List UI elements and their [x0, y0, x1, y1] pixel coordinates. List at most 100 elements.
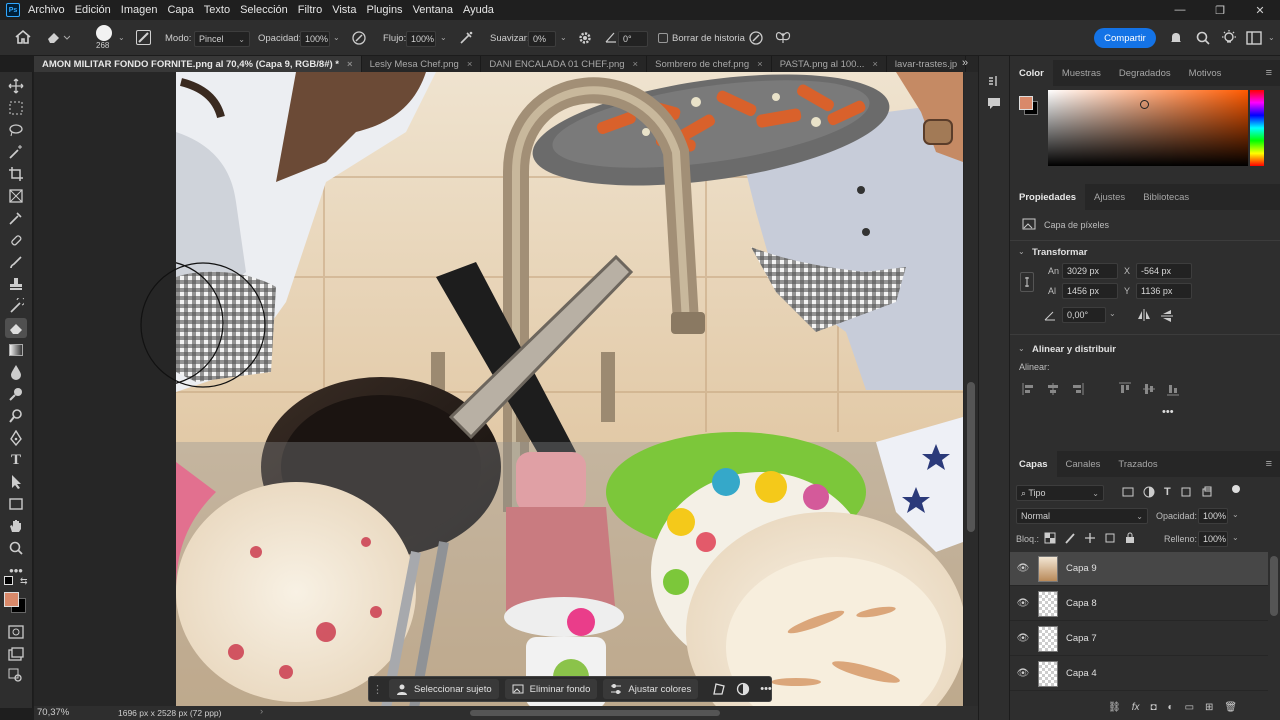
tab-color[interactable]: Color	[1010, 60, 1053, 86]
panel-menu-icon[interactable]: ≡	[1266, 67, 1272, 79]
more-options-icon[interactable]: •••	[760, 683, 772, 695]
tab-paths[interactable]: Trazados	[1109, 451, 1166, 477]
filter-adjustment-icon[interactable]	[1143, 486, 1155, 498]
chevron-down-icon[interactable]: ⌄	[1018, 247, 1025, 256]
layers-scroll-thumb[interactable]	[1270, 556, 1278, 616]
link-layers-icon[interactable]: ⛓	[1108, 702, 1121, 713]
align-center-icon[interactable]	[1046, 382, 1060, 396]
gear-icon[interactable]	[577, 30, 593, 46]
tab-libraries[interactable]: Bibliotecas	[1134, 184, 1198, 210]
clone-stamp-icon[interactable]	[5, 274, 27, 294]
eraser-tool-icon[interactable]	[5, 318, 27, 338]
butterfly-symmetry-icon[interactable]	[774, 30, 792, 46]
document-info[interactable]: 1696 px x 2528 px (72 ppp)	[118, 708, 222, 718]
lock-pixels-icon[interactable]	[1064, 532, 1076, 544]
tab-document-3[interactable]: DANI ENCALADA 01 CHEF.png ×	[481, 56, 648, 72]
adjust-colors-button[interactable]: Ajustar colores	[603, 679, 699, 699]
pen-tool-icon[interactable]	[5, 428, 27, 448]
new-adjustment-icon[interactable]: ◐	[1168, 702, 1174, 713]
dodge-tool-icon[interactable]	[5, 384, 27, 404]
tab-layers[interactable]: Capas	[1010, 451, 1057, 477]
close-tab-icon[interactable]: ×	[467, 59, 473, 70]
tab-channels[interactable]: Canales	[1057, 451, 1110, 477]
layer-name[interactable]: Capa 7	[1066, 633, 1097, 644]
foreground-color-swatch[interactable]	[4, 592, 19, 607]
menu-capa[interactable]: Capa	[167, 4, 193, 16]
link-dimensions-icon[interactable]	[1020, 272, 1034, 292]
pressure-opacity-icon[interactable]	[351, 30, 367, 46]
layer-opacity-chevron-icon[interactable]: ⌄	[1232, 510, 1239, 519]
select-subject-button[interactable]: Seleccionar sujeto	[389, 679, 499, 699]
visibility-eye-icon[interactable]: 👁	[1010, 668, 1036, 679]
layer-row-capa-4[interactable]: 👁 Capa 4	[1010, 657, 1268, 691]
tab-document-5[interactable]: PASTA.png al 100... ×	[772, 56, 887, 72]
panel-menu-icon[interactable]: ≡	[1266, 458, 1272, 470]
layer-name[interactable]: Capa 4	[1066, 668, 1097, 679]
angle-chevron-icon[interactable]: ⌄	[1109, 309, 1116, 318]
magic-wand-icon[interactable]	[5, 142, 27, 162]
menu-edicion[interactable]: Edición	[75, 4, 111, 16]
width-input[interactable]: 3029 px	[1062, 263, 1118, 279]
align-left-icon[interactable]	[1022, 382, 1036, 396]
horizontal-scrollbar[interactable]	[470, 710, 720, 716]
lock-all-icon[interactable]	[1124, 532, 1136, 544]
new-layer-icon[interactable]: ⊞	[1205, 702, 1213, 713]
menu-plugins[interactable]: Plugins	[366, 4, 402, 16]
share-button[interactable]: Compartir	[1094, 28, 1156, 48]
lock-artboard-icon[interactable]	[1104, 532, 1116, 544]
erase-history-checkbox[interactable]	[658, 33, 668, 43]
tab-swatches[interactable]: Muestras	[1053, 60, 1110, 86]
rectangle-tool-icon[interactable]	[5, 494, 27, 514]
y-input[interactable]: 1136 px	[1136, 283, 1192, 299]
crop-tool-icon[interactable]	[5, 164, 27, 184]
fx-icon[interactable]: fx	[1132, 702, 1140, 713]
screen-mode-icon[interactable]	[5, 644, 27, 664]
frame-tool-icon[interactable]	[5, 186, 27, 206]
menu-archivo[interactable]: Archivo	[28, 4, 65, 16]
home-icon[interactable]	[14, 29, 32, 45]
visibility-eye-icon[interactable]: 👁	[1010, 598, 1036, 609]
history-panel-icon[interactable]	[987, 74, 1001, 88]
pressure-size-icon[interactable]	[748, 30, 764, 46]
fill-chevron-icon[interactable]: ⌄	[1232, 533, 1239, 542]
path-selection-icon[interactable]	[5, 472, 27, 492]
menu-ventana[interactable]: Ventana	[413, 4, 453, 16]
workspace-chevron-icon[interactable]: ⌄	[1268, 33, 1275, 42]
tab-patterns[interactable]: Motivos	[1180, 60, 1231, 86]
marquee-tool-icon[interactable]	[5, 98, 27, 118]
flow-chevron-icon[interactable]: ⌄	[440, 33, 447, 42]
layer-row-capa-9[interactable]: 👁 Capa 9	[1010, 552, 1268, 586]
menu-imagen[interactable]: Imagen	[121, 4, 158, 16]
status-arrow-icon[interactable]: ›	[260, 706, 263, 717]
align-middle-icon[interactable]	[1142, 382, 1156, 396]
height-input[interactable]: 1456 px	[1062, 283, 1118, 299]
layer-row-capa-8[interactable]: 👁 Capa 8	[1010, 587, 1268, 621]
layer-row-capa-7[interactable]: 👁 Capa 7	[1010, 622, 1268, 656]
filter-type-icon[interactable]: T	[1164, 486, 1171, 498]
comments-panel-icon[interactable]	[987, 96, 1001, 110]
x-input[interactable]: -564 px	[1136, 263, 1192, 279]
menu-texto[interactable]: Texto	[204, 4, 230, 16]
tab-gradients[interactable]: Degradados	[1110, 60, 1180, 86]
filter-smart-object-icon[interactable]	[1201, 486, 1213, 498]
minimize-icon[interactable]: —	[1160, 0, 1200, 20]
new-group-icon[interactable]: ▭	[1185, 702, 1194, 713]
smooth-input[interactable]: 0%	[528, 31, 556, 47]
tab-document-1[interactable]: AMON MILITAR FONDO FORNITE.png al 70,4% …	[34, 56, 362, 72]
magnify-stamp-icon[interactable]	[5, 406, 27, 426]
brush-angle-input[interactable]: 0°	[618, 31, 648, 47]
align-right-icon[interactable]	[1070, 382, 1084, 396]
lock-transparency-icon[interactable]	[1044, 532, 1056, 544]
brush-picker-chevron-icon[interactable]: ⌄	[118, 33, 125, 42]
tabs-overflow-icon[interactable]: »	[962, 57, 968, 69]
visibility-eye-icon[interactable]: 👁	[1010, 633, 1036, 644]
tab-properties[interactable]: Propiedades	[1010, 184, 1086, 210]
layer-opacity-input[interactable]: 100%	[1198, 508, 1228, 524]
layer-name[interactable]: Capa 9	[1066, 563, 1097, 574]
more-align-options-icon[interactable]: •••	[1162, 406, 1174, 418]
remove-background-button[interactable]: Eliminar fondo	[504, 679, 598, 699]
zoom-tool-icon[interactable]	[5, 538, 27, 558]
filter-toggle-icon[interactable]	[1232, 485, 1240, 493]
angle-input[interactable]: 0,00°	[1062, 307, 1106, 323]
bell-icon[interactable]	[1168, 30, 1184, 46]
